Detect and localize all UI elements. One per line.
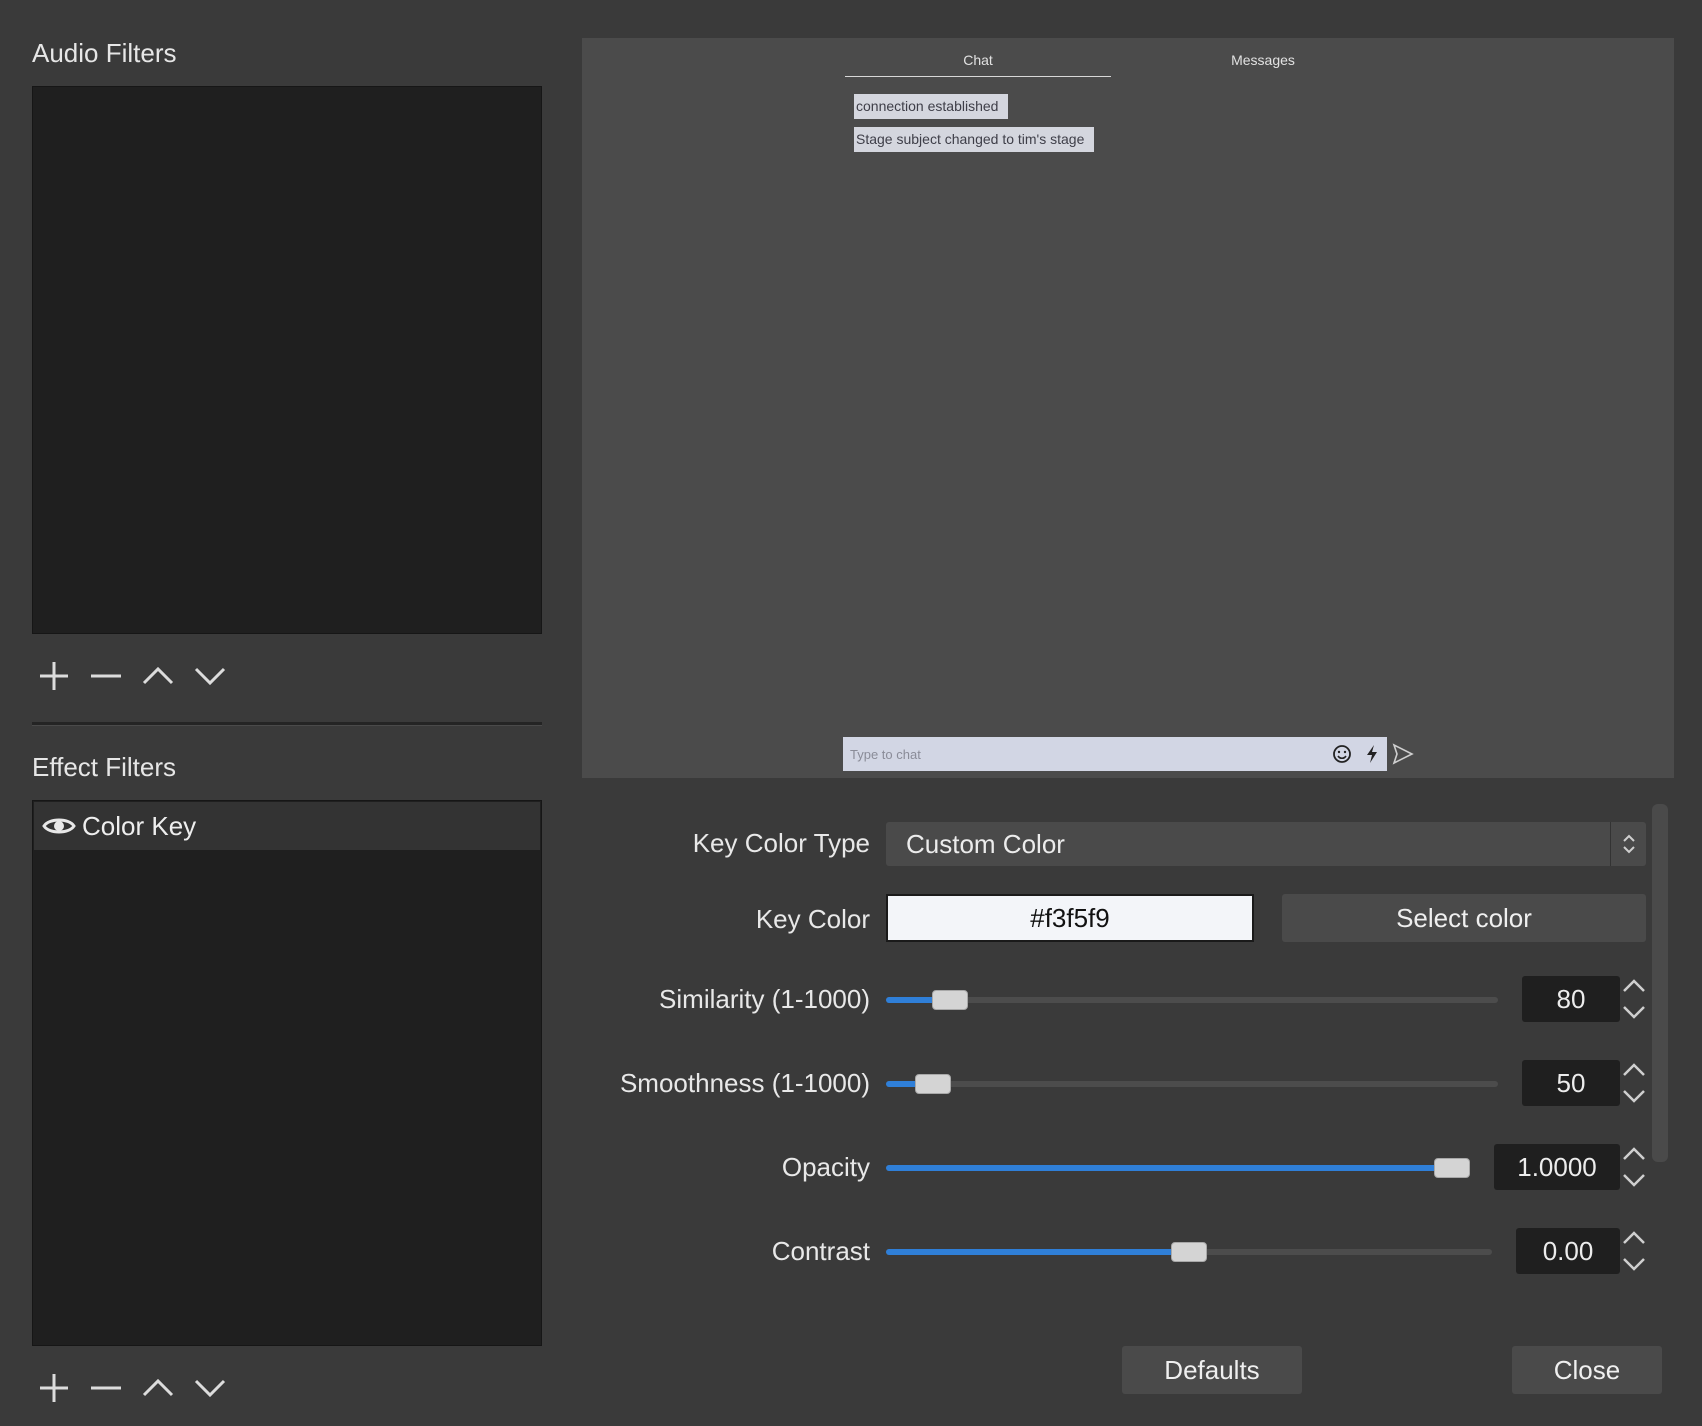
chevron-down-icon[interactable] <box>1622 1004 1646 1022</box>
chevron-up-icon[interactable] <box>1622 1228 1646 1246</box>
chevron-up-icon <box>142 666 174 685</box>
section-divider <box>32 722 542 726</box>
effect-filters-title: Effect Filters <box>32 752 177 782</box>
opacity-spinner[interactable] <box>1620 1144 1648 1190</box>
key-color-type-label: Key Color Type <box>692 828 870 858</box>
slider-fill <box>886 1165 1452 1171</box>
remove-effect-filter-button[interactable] <box>80 1362 132 1414</box>
opacity-label: Opacity <box>781 1152 870 1182</box>
minus-icon <box>91 1386 121 1390</box>
chat-input[interactable]: Type to chat <box>843 737 1387 771</box>
select-color-button[interactable]: Select color <box>1282 894 1646 942</box>
opacity-value[interactable]: 1.0000 <box>1494 1144 1620 1190</box>
key-color-type-select[interactable]: Custom Color <box>886 822 1646 866</box>
slider-handle[interactable] <box>932 990 969 1010</box>
select-arrows-icon <box>1610 822 1646 866</box>
properties-scrollbar[interactable] <box>1652 804 1668 1162</box>
chevron-down-icon[interactable] <box>1622 1172 1646 1190</box>
chevron-down-icon[interactable] <box>1622 1088 1646 1106</box>
filter-item-color-key[interactable]: Color Key <box>34 802 540 850</box>
emoji-icon[interactable] <box>1332 744 1352 764</box>
move-effect-filter-down-button[interactable] <box>184 1362 236 1414</box>
chat-message: Stage subject changed to tim's stage <box>854 127 1095 152</box>
key-color-value: #f3f5f9 <box>1030 902 1110 933</box>
chevron-down-icon[interactable] <box>1622 1256 1646 1274</box>
chevron-up-icon <box>142 1378 174 1397</box>
add-effect-filter-button[interactable] <box>28 1362 80 1414</box>
audio-filters-title: Audio Filters <box>32 38 177 68</box>
remove-audio-filter-button[interactable] <box>80 650 132 702</box>
contrast-slider[interactable] <box>886 1242 1492 1262</box>
plus-icon <box>40 1374 68 1402</box>
source-preview: Chat Messages connection established Sta… <box>582 38 1674 778</box>
lightning-icon[interactable] <box>1364 744 1380 764</box>
chat-input-placeholder: Type to chat <box>850 746 921 762</box>
contrast-spinner[interactable] <box>1620 1228 1648 1274</box>
move-audio-filter-down-button[interactable] <box>184 650 236 702</box>
smoothness-slider[interactable] <box>886 1074 1498 1094</box>
chevron-up-icon[interactable] <box>1622 1144 1646 1162</box>
key-color-type-value: Custom Color <box>906 828 1065 859</box>
send-icon[interactable] <box>1392 743 1414 765</box>
smoothness-spinner[interactable] <box>1620 1060 1648 1106</box>
effect-filters-toolbar <box>28 1362 236 1414</box>
close-button[interactable]: Close <box>1512 1346 1662 1394</box>
slider-handle[interactable] <box>1434 1158 1470 1178</box>
opacity-slider[interactable] <box>886 1158 1470 1178</box>
minus-icon <box>91 674 121 678</box>
smoothness-value[interactable]: 50 <box>1522 1060 1620 1106</box>
similarity-label: Similarity (1-1000) <box>659 984 870 1014</box>
move-audio-filter-up-button[interactable] <box>132 650 184 702</box>
key-color-label: Key Color <box>755 904 870 934</box>
chevron-up-icon[interactable] <box>1622 1060 1646 1078</box>
effect-filters-list[interactable]: Color Key <box>32 800 542 1346</box>
key-color-swatch[interactable]: #f3f5f9 <box>886 894 1254 942</box>
similarity-value[interactable]: 80 <box>1522 976 1620 1022</box>
contrast-value[interactable]: 0.00 <box>1516 1228 1620 1274</box>
defaults-button[interactable]: Defaults <box>1122 1346 1302 1394</box>
plus-icon <box>40 662 68 690</box>
audio-filters-list[interactable] <box>32 86 542 634</box>
similarity-slider[interactable] <box>886 990 1498 1010</box>
filter-item-label: Color Key <box>82 810 197 841</box>
slider-handle[interactable] <box>914 1074 951 1094</box>
add-audio-filter-button[interactable] <box>28 650 80 702</box>
chevron-down-icon <box>194 1379 226 1398</box>
slider-fill <box>886 1249 1189 1255</box>
similarity-spinner[interactable] <box>1620 976 1648 1022</box>
contrast-label: Contrast <box>771 1236 870 1266</box>
eye-icon[interactable] <box>42 815 76 837</box>
tab-chat[interactable]: Chat <box>845 52 1111 68</box>
move-effect-filter-up-button[interactable] <box>132 1362 184 1414</box>
chevron-down-icon <box>194 667 226 686</box>
slider-handle[interactable] <box>1171 1242 1207 1262</box>
audio-filters-toolbar <box>28 650 236 702</box>
chevron-up-icon[interactable] <box>1622 976 1646 994</box>
tab-messages[interactable]: Messages <box>1130 52 1396 68</box>
smoothness-label: Smoothness (1-1000) <box>619 1068 870 1098</box>
chat-message: connection established <box>854 94 1009 119</box>
tab-chat-underline <box>845 76 1111 77</box>
